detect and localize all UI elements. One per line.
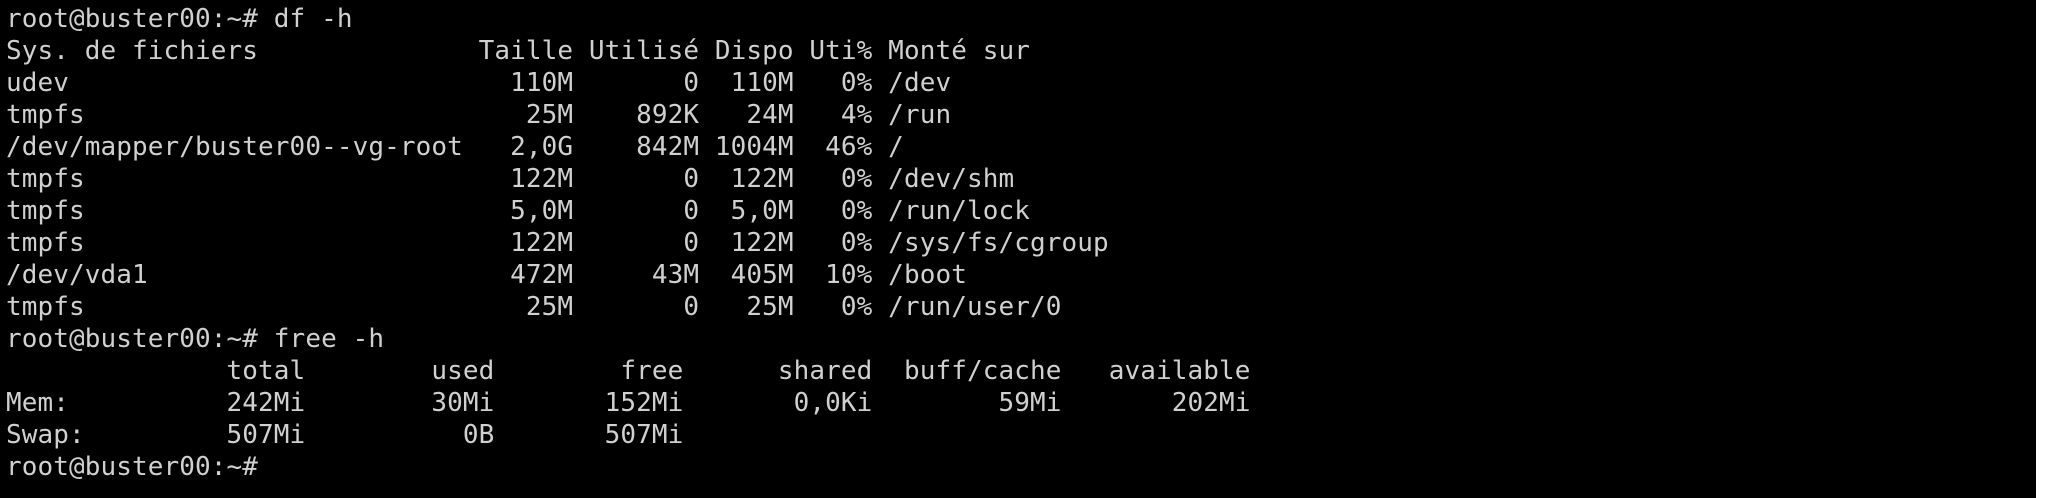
df-row-udev: udev 110M 0 110M 0% /dev — [6, 68, 952, 98]
free-header-row: total used free shared buff/cache availa… — [6, 356, 1251, 386]
df-row-tmpfs-shm: tmpfs 122M 0 122M 0% /dev/shm — [6, 164, 1015, 194]
df-row-tmpfs-run: tmpfs 25M 892K 24M 4% /run — [6, 100, 952, 130]
terminal-output[interactable]: root@buster00:~# df -h Sys. de fichiers T… — [6, 3, 1251, 483]
df-command-line: root@buster00:~# df -h — [6, 4, 353, 34]
df-header-row: Sys. de fichiers Taille Utilisé Dispo Ut… — [6, 36, 1030, 66]
df-row-vda1: /dev/vda1 472M 43M 405M 10% /boot — [6, 260, 967, 290]
df-row-tmpfs-cgroup: tmpfs 122M 0 122M 0% /sys/fs/cgroup — [6, 228, 1109, 258]
free-command-line: root@buster00:~# free -h — [6, 324, 385, 354]
terminal-cursor[interactable] — [274, 453, 288, 479]
current-prompt: root@buster00:~# — [6, 452, 274, 482]
free-row-swap: Swap: 507Mi 0B 507Mi — [6, 420, 684, 450]
current-prompt-line[interactable]: root@buster00:~# — [6, 451, 1251, 483]
df-row-root: /dev/mapper/buster00--vg-root 2,0G 842M … — [6, 132, 904, 162]
df-row-tmpfs-user: tmpfs 25M 0 25M 0% /run/user/0 — [6, 292, 1062, 322]
terminal-window[interactable]: root@buster00:~# df -h Sys. de fichiers T… — [0, 0, 2052, 498]
df-row-tmpfs-lock: tmpfs 5,0M 0 5,0M 0% /run/lock — [6, 196, 1030, 226]
free-row-mem: Mem: 242Mi 30Mi 152Mi 0,0Ki 59Mi 202Mi — [6, 388, 1251, 418]
